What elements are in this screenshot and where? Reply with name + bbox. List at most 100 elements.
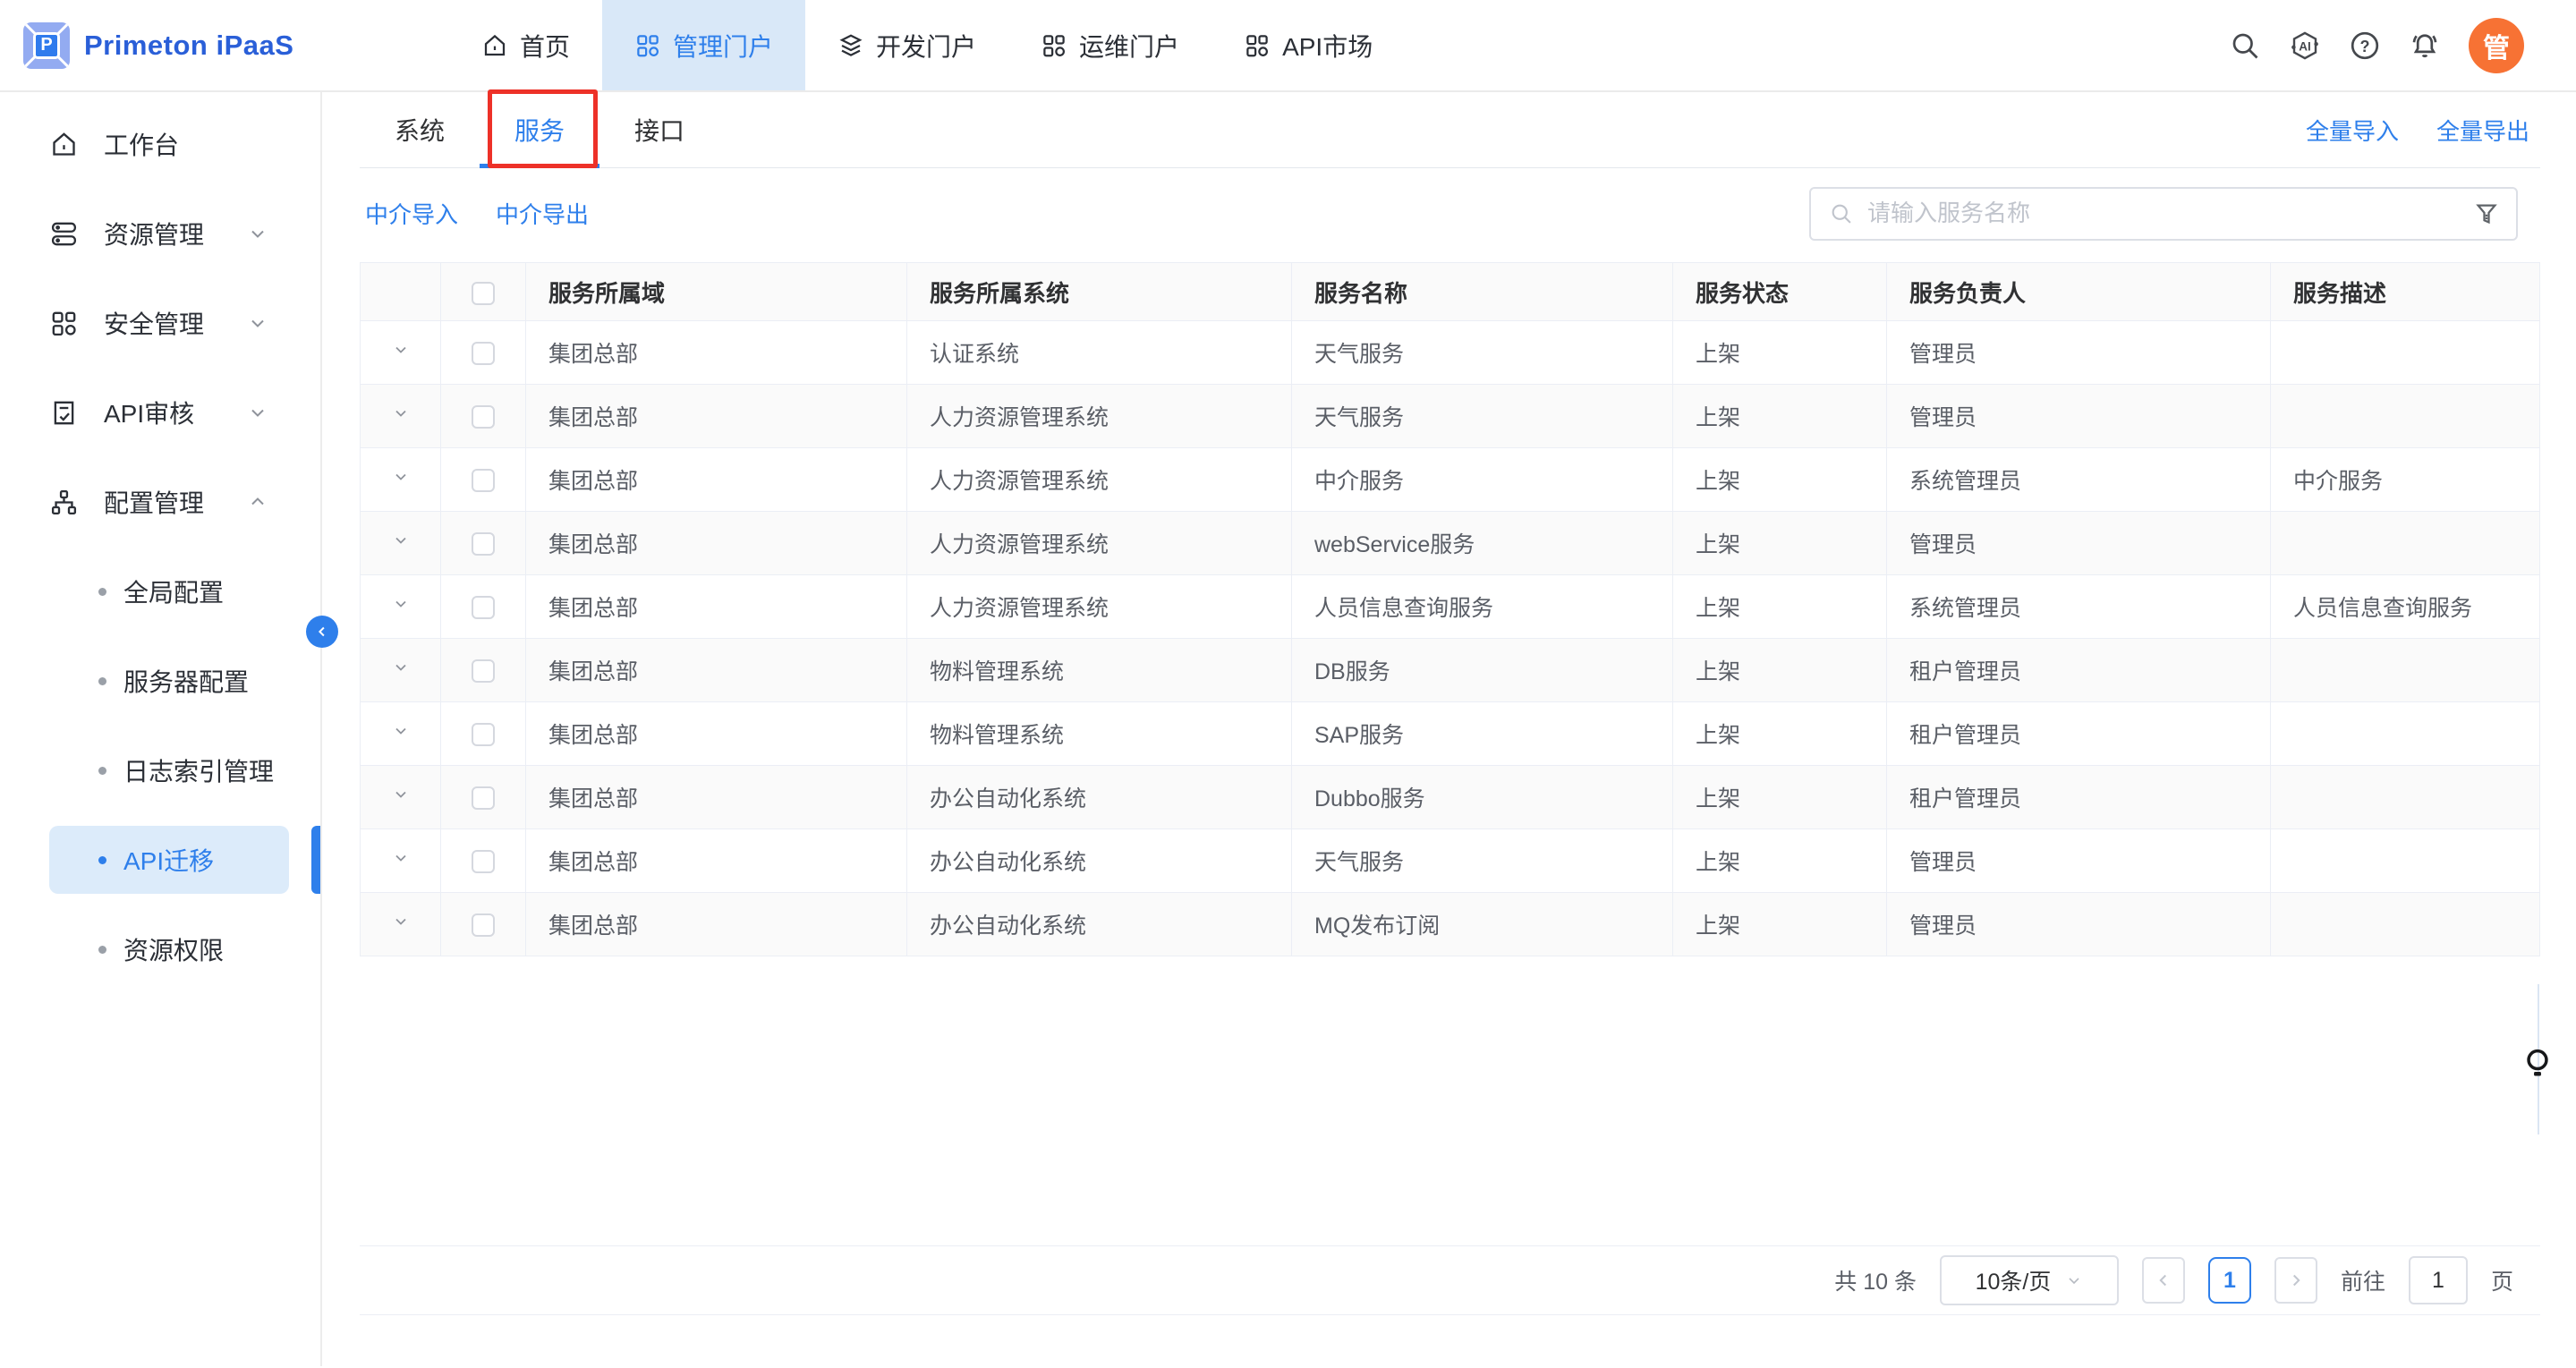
sidebar-item-resources[interactable]: 资源管理: [0, 189, 320, 278]
next-page-button[interactable]: [2274, 1257, 2317, 1304]
full-export-link[interactable]: 全量导出: [2436, 114, 2529, 147]
notification-bell-icon[interactable]: [2409, 30, 2441, 62]
cell-description: [2271, 829, 2540, 893]
sidebar-subitem-resource-perms[interactable]: 资源权限: [0, 905, 320, 994]
cell-system: 人力资源管理系统: [907, 448, 1292, 512]
filter-funnel-icon[interactable]: [2473, 200, 2500, 227]
cell-service-name: 中介服务: [1292, 448, 1673, 512]
row-expand-icon[interactable]: [361, 784, 440, 805]
sidebar-subitem-label: 全局配置: [123, 574, 224, 609]
tabbar: 系统 服务 接口 全量导入 全量导出: [360, 92, 2540, 168]
cell-service-name: 天气服务: [1292, 385, 1673, 448]
cell-owner: 管理员: [1887, 512, 2271, 575]
row-checkbox[interactable]: [472, 532, 495, 556]
document-check-icon: [49, 398, 79, 428]
cell-status: 上架: [1673, 893, 1887, 956]
row-expand-icon[interactable]: [361, 720, 440, 742]
home-icon: [49, 130, 79, 159]
chevron-right-icon: [2286, 1270, 2306, 1290]
cell-domain: 集团总部: [526, 321, 907, 385]
ai-assistant-icon[interactable]: AI: [2289, 30, 2321, 62]
page-1-button[interactable]: 1: [2208, 1257, 2251, 1304]
sidebar-item-api-review[interactable]: API审核: [0, 368, 320, 457]
sidebar-subitem-server-config[interactable]: 服务器配置: [0, 636, 320, 726]
sidebar-subitem-log-index[interactable]: 日志索引管理: [0, 726, 320, 815]
nav-item-admin-portal[interactable]: 管理门户: [602, 0, 805, 90]
cell-description: [2271, 702, 2540, 766]
sidebar-subitem-api-migration[interactable]: API迁移: [0, 815, 320, 905]
cell-service-name: 人员信息查询服务: [1292, 575, 1673, 639]
service-search-input[interactable]: [1867, 200, 2473, 227]
col-expand: [361, 263, 441, 321]
cell-system: 物料管理系统: [907, 639, 1292, 702]
full-import-link[interactable]: 全量导入: [2306, 114, 2399, 147]
row-expand-icon[interactable]: [361, 847, 440, 869]
cell-owner: 租户管理员: [1887, 702, 2271, 766]
row-checkbox[interactable]: [472, 342, 495, 365]
row-checkbox[interactable]: [472, 786, 495, 810]
row-expand-icon[interactable]: [361, 403, 440, 424]
cell-owner: 租户管理员: [1887, 766, 2271, 829]
table-row: 集团总部 人力资源管理系统 中介服务 上架 系统管理员 中介服务: [361, 448, 2540, 512]
sidebar-collapse-button[interactable]: [306, 616, 338, 648]
row-checkbox[interactable]: [472, 596, 495, 619]
chevron-left-icon: [314, 624, 330, 640]
topbar: P Primeton iPaaS 首页 管理门户 开发门户: [0, 0, 2576, 92]
page-size-select[interactable]: 10条/页: [1940, 1255, 2119, 1305]
goto-page-input[interactable]: [2409, 1256, 2468, 1304]
cell-status: 上架: [1673, 321, 1887, 385]
cell-domain: 集团总部: [526, 702, 907, 766]
cell-owner: 租户管理员: [1887, 639, 2271, 702]
cell-description: [2271, 766, 2540, 829]
lightbulb-icon[interactable]: [2521, 1047, 2554, 1081]
nav-item-ops-portal[interactable]: 运维门户: [1008, 0, 1211, 90]
cell-system: 认证系统: [907, 321, 1292, 385]
sidebar-item-security[interactable]: 安全管理: [0, 278, 320, 368]
tab-service[interactable]: 服务: [480, 92, 599, 167]
cell-owner: 管理员: [1887, 321, 2271, 385]
grid-icon: [634, 32, 661, 59]
row-expand-icon[interactable]: [361, 339, 440, 361]
row-checkbox[interactable]: [472, 850, 495, 873]
row-checkbox[interactable]: [472, 913, 495, 937]
row-checkbox[interactable]: [472, 659, 495, 683]
bullet-icon: [98, 588, 106, 596]
tab-label: 系统: [395, 112, 445, 148]
row-expand-icon[interactable]: [361, 911, 440, 932]
nav-item-api-market[interactable]: API市场: [1211, 0, 1405, 90]
nav-item-label: 运维门户: [1079, 28, 1179, 64]
row-checkbox[interactable]: [472, 723, 495, 746]
help-icon[interactable]: ?: [2349, 30, 2381, 62]
chevron-down-icon: [247, 312, 268, 334]
row-expand-icon[interactable]: [361, 466, 440, 488]
tab-system[interactable]: 系统: [360, 92, 480, 167]
table-row: 集团总部 办公自动化系统 MQ发布订阅 上架 管理员: [361, 893, 2540, 956]
search-icon[interactable]: [2229, 30, 2261, 62]
brand-logo-letter: P: [33, 32, 60, 59]
sidebar-item-config[interactable]: 配置管理: [0, 457, 320, 547]
sidebar-item-workbench[interactable]: 工作台: [0, 99, 320, 189]
sidebar-subitem-label: 服务器配置: [123, 663, 249, 699]
row-expand-icon[interactable]: [361, 530, 440, 551]
row-checkbox[interactable]: [472, 469, 495, 492]
user-avatar[interactable]: 管: [2469, 18, 2524, 73]
row-checkbox[interactable]: [472, 405, 495, 429]
row-expand-icon[interactable]: [361, 657, 440, 678]
cell-system: 人力资源管理系统: [907, 512, 1292, 575]
cell-description: [2271, 321, 2540, 385]
nav-item-dev-portal[interactable]: 开发门户: [805, 0, 1008, 90]
tab-interface[interactable]: 接口: [599, 92, 719, 167]
org-tree-icon: [49, 488, 79, 517]
cell-owner: 系统管理员: [1887, 448, 2271, 512]
row-expand-icon[interactable]: [361, 593, 440, 615]
goto-unit-label: 页: [2491, 1264, 2513, 1296]
cell-description: [2271, 639, 2540, 702]
sidebar-subitem-label: 日志索引管理: [123, 752, 274, 788]
mediator-export-link[interactable]: 中介导出: [496, 197, 589, 230]
cell-domain: 集团总部: [526, 639, 907, 702]
sidebar-subitem-global-config[interactable]: 全局配置: [0, 547, 320, 636]
mediator-import-link[interactable]: 中介导入: [365, 197, 458, 230]
select-all-checkbox[interactable]: [472, 282, 495, 305]
nav-item-home[interactable]: 首页: [449, 0, 602, 90]
prev-page-button[interactable]: [2142, 1257, 2185, 1304]
